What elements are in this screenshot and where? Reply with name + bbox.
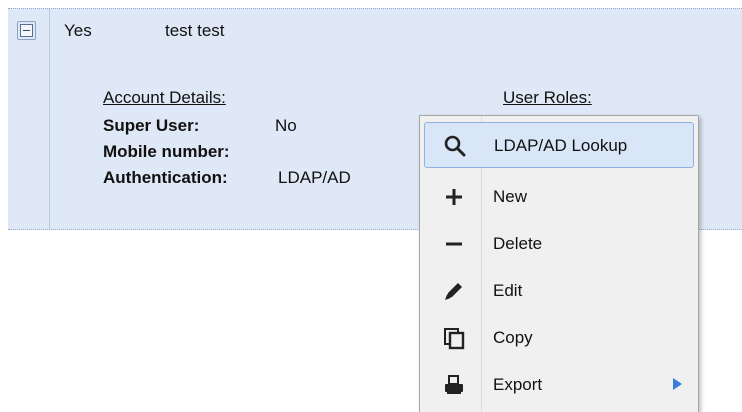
- menu-item-label: Copy: [493, 328, 533, 347]
- menu-item-new[interactable]: New: [424, 174, 694, 220]
- plus-icon: [446, 189, 462, 205]
- menu-item-label: Delete: [493, 234, 543, 253]
- menu-item-label: Edit: [493, 281, 523, 300]
- menu-item-delete[interactable]: Delete: [424, 221, 694, 267]
- collapse-icon[interactable]: [20, 24, 33, 37]
- menu-item-copy[interactable]: Copy: [424, 315, 694, 361]
- context-menu: LDAP/AD Lookup New Delete Edit Copy Expo…: [419, 115, 699, 412]
- status-cell: Yes: [64, 21, 92, 40]
- menu-item-label: Export: [493, 375, 543, 394]
- page: Yes test test Account Details: User Role…: [0, 0, 742, 412]
- user-roles-header: User Roles:: [503, 88, 592, 107]
- mobile-number-label: Mobile number:: [103, 142, 230, 161]
- name-cell: test test: [165, 21, 225, 40]
- search-icon: [444, 135, 466, 157]
- minus-icon: [446, 242, 462, 246]
- account-details-header: Account Details:: [103, 88, 226, 107]
- authentication-label: Authentication:: [103, 168, 228, 187]
- submenu-arrow-icon: [673, 378, 682, 390]
- pencil-icon: [445, 283, 462, 300]
- menu-item-label: LDAP/AD Lookup: [494, 136, 628, 155]
- printer-icon: [445, 375, 463, 394]
- menu-item-export[interactable]: Export: [424, 362, 694, 408]
- super-user-value: No: [275, 116, 297, 135]
- authentication-value: LDAP/AD: [278, 168, 351, 187]
- menu-item-edit[interactable]: Edit: [424, 268, 694, 314]
- super-user-label: Super User:: [103, 116, 200, 135]
- row-expander-gutter: [8, 9, 50, 229]
- menu-item-label: New: [493, 187, 528, 206]
- copy-icon: [444, 328, 465, 350]
- menu-item-ldap-lookup[interactable]: LDAP/AD Lookup: [424, 122, 694, 168]
